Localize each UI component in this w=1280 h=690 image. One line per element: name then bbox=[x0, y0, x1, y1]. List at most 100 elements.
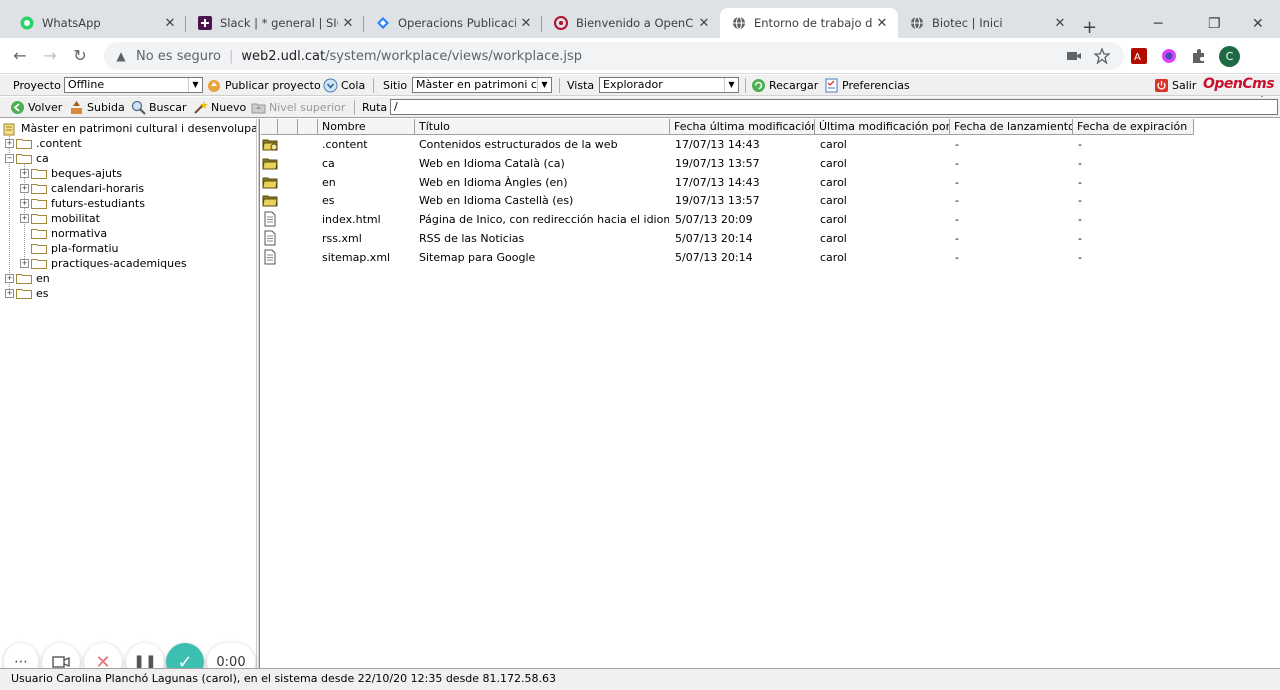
tab-slack[interactable]: Slack | * general | SIC UdL ✕ bbox=[186, 8, 364, 38]
new-button[interactable]: Nuevo bbox=[193, 99, 246, 116]
tree-node-en[interactable]: + en bbox=[5, 271, 50, 286]
minimize-icon[interactable]: ─ bbox=[1154, 16, 1162, 32]
table-row[interactable]: .content Contenidos estructurados de la w… bbox=[261, 135, 1280, 154]
new-tab-icon[interactable]: + bbox=[1082, 18, 1097, 38]
close-window-icon[interactable]: ✕ bbox=[1252, 16, 1264, 32]
folder-icon[interactable] bbox=[262, 136, 278, 152]
collapse-icon[interactable]: − bbox=[5, 154, 14, 163]
file-icon[interactable] bbox=[262, 230, 278, 246]
globe-icon bbox=[910, 16, 924, 30]
warning-icon[interactable]: ▲ bbox=[114, 49, 128, 63]
column-header-lock[interactable] bbox=[278, 119, 298, 135]
close-tab-icon[interactable]: ✕ bbox=[872, 16, 892, 31]
security-label[interactable]: No es seguro bbox=[136, 49, 221, 64]
tree-root[interactable]: Màster en patrimoni cultural i desenvolu… bbox=[3, 121, 256, 136]
expand-icon[interactable]: + bbox=[20, 214, 29, 223]
expand-icon[interactable]: + bbox=[20, 169, 29, 178]
cell-name[interactable]: sitemap.xml bbox=[322, 251, 415, 264]
table-row[interactable]: index.html Página de Inico, con redirecci… bbox=[261, 210, 1280, 229]
forward-arrow-icon[interactable]: → bbox=[40, 46, 60, 66]
upload-button[interactable]: Subida bbox=[69, 99, 125, 116]
tree-node-futurs-estudiants[interactable]: + futurs-estudiants bbox=[20, 196, 145, 211]
bookmark-star-icon[interactable] bbox=[1094, 48, 1110, 64]
camera-icon[interactable] bbox=[1066, 48, 1082, 64]
close-tab-icon[interactable]: ✕ bbox=[694, 16, 714, 31]
tab-whatsapp[interactable]: WhatsApp ✕ bbox=[8, 8, 186, 38]
expand-icon[interactable]: + bbox=[20, 184, 29, 193]
expand-icon[interactable]: + bbox=[20, 259, 29, 268]
back-button[interactable]: Volver bbox=[10, 99, 62, 116]
expand-icon[interactable]: + bbox=[5, 139, 14, 148]
pdf-extension-icon[interactable]: A bbox=[1131, 48, 1147, 64]
cell-name[interactable]: rss.xml bbox=[322, 232, 415, 245]
table-row[interactable]: ca Web en Idioma Català (ca) 19/07/13 13:5… bbox=[261, 154, 1280, 173]
publish-project-button[interactable]: Publicar proyecto bbox=[207, 77, 321, 94]
tree-node-mobilitat[interactable]: + mobilitat bbox=[20, 211, 100, 226]
cell-modified: 5/07/13 20:14 bbox=[675, 232, 753, 245]
cell-by: carol bbox=[820, 175, 847, 189]
close-tab-icon[interactable]: ✕ bbox=[338, 16, 358, 31]
preferences-button[interactable]: Preferencias bbox=[824, 77, 910, 94]
column-header-name[interactable]: Nombre bbox=[318, 119, 415, 135]
parent-level-button[interactable]: Nivel superior bbox=[251, 99, 345, 116]
reload-button[interactable]: Recargar bbox=[751, 77, 818, 94]
column-header-state[interactable] bbox=[298, 119, 318, 135]
site-select[interactable]: Màster en patrimoni cu ▼ bbox=[412, 77, 552, 93]
cell-expiry: - bbox=[1078, 175, 1082, 189]
table-row[interactable]: en Web en Idioma Àngles (en) 17/07/13 14:4… bbox=[261, 173, 1280, 192]
folder-icon[interactable] bbox=[262, 155, 278, 171]
search-button[interactable]: Buscar bbox=[131, 99, 187, 116]
queue-button[interactable]: Cola bbox=[323, 77, 365, 94]
table-row[interactable]: es Web en Idioma Castellà (es) 19/07/13 13… bbox=[261, 191, 1280, 210]
url-field[interactable]: ▲ No es seguro | web2.udl.cat/system/wor… bbox=[104, 42, 1124, 70]
tree-node-calendari-horaris[interactable]: + calendari-horaris bbox=[20, 181, 144, 196]
file-icon[interactable] bbox=[262, 211, 278, 227]
tab-workplace[interactable]: Entorno de trabajo de OpenCms ✕ bbox=[720, 8, 898, 38]
cell-name[interactable]: .content bbox=[322, 138, 415, 151]
cell-modified: 5/07/13 20:09 bbox=[675, 213, 753, 227]
tree-node-pla-formatiu[interactable]: pla-formatiu bbox=[31, 241, 118, 256]
column-header-modified[interactable]: Fecha última modificación bbox=[670, 119, 815, 135]
exit-button[interactable]: Salir bbox=[1154, 77, 1196, 94]
expand-icon[interactable]: + bbox=[20, 199, 29, 208]
file-icon[interactable] bbox=[262, 249, 278, 265]
tree-node-ca[interactable]: − ca bbox=[5, 151, 49, 166]
close-tab-icon[interactable]: ✕ bbox=[516, 16, 536, 31]
view-select[interactable]: Explorador ▼ bbox=[599, 77, 739, 93]
restore-icon[interactable]: ❐ bbox=[1208, 16, 1221, 32]
panel-splitter[interactable] bbox=[257, 119, 260, 668]
tree-node-normativa[interactable]: normativa bbox=[31, 226, 107, 241]
folder-icon[interactable] bbox=[262, 192, 278, 208]
column-header-expiry[interactable]: Fecha de expiración bbox=[1073, 119, 1194, 135]
column-header-icon[interactable] bbox=[261, 119, 278, 135]
close-tab-icon[interactable]: ✕ bbox=[160, 16, 180, 31]
tree-node-beques-ajuts[interactable]: + beques-ajuts bbox=[20, 166, 122, 181]
tab-jira[interactable]: Operacions Publicació Web ✕ bbox=[364, 8, 542, 38]
expand-icon[interactable]: + bbox=[5, 274, 14, 283]
color-extension-icon[interactable] bbox=[1161, 48, 1177, 64]
tree-node-practiques-academiques[interactable]: + practiques-academiques bbox=[20, 256, 187, 271]
column-header-title[interactable]: Título bbox=[415, 119, 670, 135]
cell-name[interactable]: index.html bbox=[322, 213, 415, 226]
column-header-modified-by[interactable]: Última modificación por bbox=[815, 119, 950, 135]
column-header-release[interactable]: Fecha de lanzamiento bbox=[950, 119, 1073, 135]
project-select[interactable]: Offline ▼ bbox=[64, 77, 203, 93]
profile-avatar[interactable]: C bbox=[1219, 46, 1240, 67]
table-row[interactable]: rss.xml RSS de las Noticias 5/07/13 20:14 c… bbox=[261, 229, 1280, 248]
tab-biotec[interactable]: Biotec | Inici ✕ bbox=[898, 8, 1076, 38]
reload-icon[interactable]: ↻ bbox=[70, 46, 90, 66]
expand-icon[interactable]: + bbox=[5, 289, 14, 298]
cell-name[interactable]: ca bbox=[322, 157, 415, 170]
tree-node-content[interactable]: + .content bbox=[5, 136, 82, 151]
tree-node-es[interactable]: + es bbox=[5, 286, 49, 301]
checklist-icon bbox=[824, 78, 839, 93]
folder-icon[interactable] bbox=[262, 174, 278, 190]
cell-name[interactable]: es bbox=[322, 194, 415, 207]
extensions-puzzle-icon[interactable] bbox=[1191, 48, 1207, 64]
close-tab-icon[interactable]: ✕ bbox=[1050, 16, 1070, 31]
cell-name[interactable]: en bbox=[322, 176, 415, 189]
tab-opencms-welcome[interactable]: Bienvenido a OpenCms ✕ bbox=[542, 8, 720, 38]
table-row[interactable]: sitemap.xml Sitemap para Google 5/07/13 20… bbox=[261, 248, 1280, 267]
path-input[interactable]: / bbox=[390, 99, 1278, 115]
back-arrow-icon[interactable]: ← bbox=[10, 46, 30, 66]
